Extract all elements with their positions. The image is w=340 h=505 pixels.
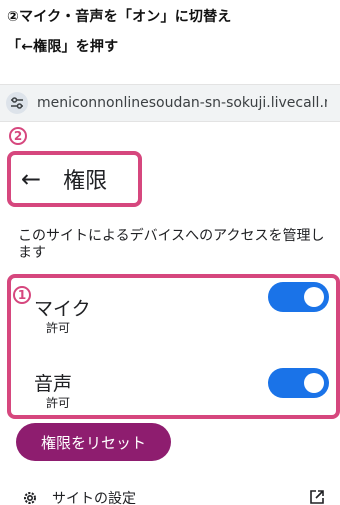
instruction-line-2: 「←権限」を押す <box>7 39 119 55</box>
url-bar[interactable]: meniconnonlinesoudan-sn-sokuji.livecall.… <box>0 84 340 122</box>
reset-permissions-button[interactable]: 権限をリセット <box>16 423 171 461</box>
toggle-knob <box>304 287 324 307</box>
sound-toggle[interactable] <box>268 368 329 398</box>
page-title: 権限 <box>63 169 108 194</box>
permission-microphone: マイク 許可 <box>34 298 91 336</box>
tune-icon[interactable] <box>6 92 28 114</box>
permission-name: 音声 <box>34 373 73 395</box>
permission-name: マイク <box>34 298 91 320</box>
site-settings-label: サイトの設定 <box>52 491 136 505</box>
phone-screenshot: meniconnonlinesoudan-sn-sokuji.livecall.… <box>0 78 340 505</box>
permission-status: 許可 <box>46 321 71 335</box>
permission-sound: 音声 許可 <box>34 373 72 411</box>
permission-status: 許可 <box>46 396 71 410</box>
instruction-line-1: ②マイク・音声を「オン」に切替え <box>7 9 232 25</box>
step-1-badge: 1 <box>13 286 31 304</box>
back-arrow-icon[interactable]: ← <box>21 167 41 191</box>
toggle-knob <box>304 373 324 393</box>
microphone-toggle[interactable] <box>268 282 329 312</box>
gear-icon <box>24 492 36 504</box>
permissions-header[interactable]: ← 権限 <box>7 151 142 207</box>
instruction-page: ②マイク・音声を「オン」に切替え 「←権限」を押す meniconnonline… <box>0 0 340 505</box>
url-text[interactable]: meniconnonlinesoudan-sn-sokuji.livecall.… <box>37 95 327 111</box>
step-2-badge: 2 <box>9 127 27 145</box>
site-settings-link[interactable]: サイトの設定 <box>22 488 136 505</box>
permissions-description: このサイトによるデバイスへのアクセスを管理します <box>18 228 325 261</box>
open-in-new-icon[interactable] <box>310 490 324 504</box>
